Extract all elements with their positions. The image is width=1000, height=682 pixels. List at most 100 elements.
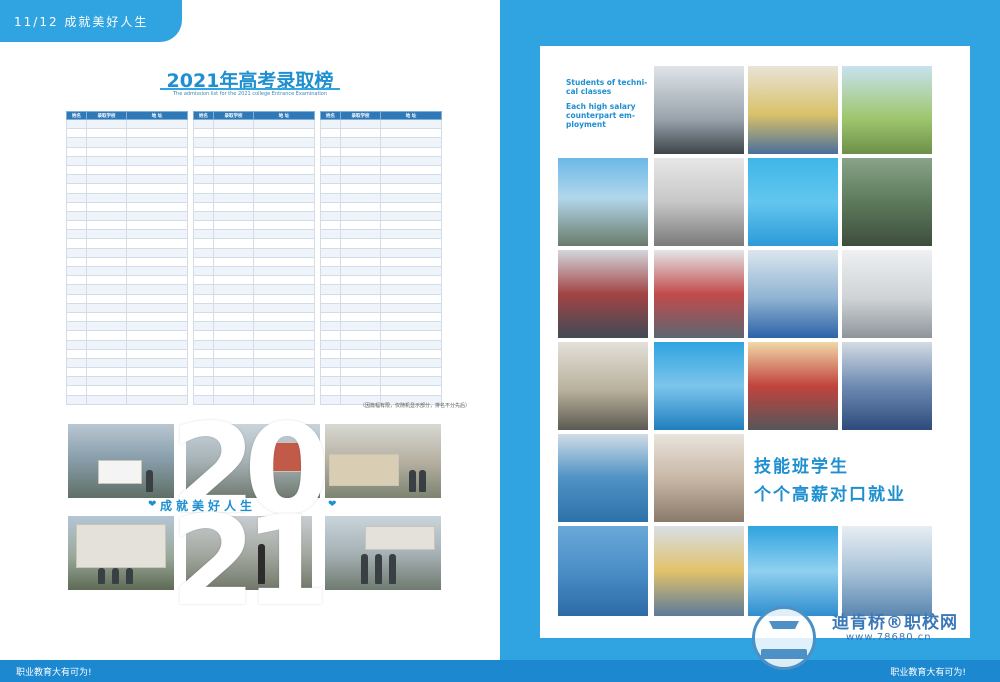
table-cell [320, 376, 341, 387]
table-row [320, 339, 442, 350]
table-row [320, 357, 442, 369]
table-cell [213, 201, 254, 212]
table-cell [253, 238, 315, 249]
table-cell [380, 330, 442, 341]
table-cell [126, 183, 188, 194]
table-cell [66, 247, 87, 258]
table-cell [340, 357, 381, 369]
table-row [66, 376, 188, 387]
table-row [320, 256, 442, 268]
photo-tile [748, 526, 838, 616]
table-row [320, 321, 442, 332]
table-cell [253, 128, 315, 139]
photo-building-group [68, 516, 174, 590]
table-cell [86, 118, 127, 130]
table-cell [66, 311, 87, 323]
table-cell [86, 385, 127, 396]
table-cell [340, 330, 381, 341]
table-cell [380, 128, 442, 139]
table-cell [380, 293, 442, 304]
table-header-cell: 录取学校 [86, 111, 127, 120]
table-cell [320, 284, 341, 295]
table-cell [126, 311, 188, 323]
table-cell [193, 192, 214, 203]
table-row [320, 265, 442, 277]
table-row [320, 146, 442, 157]
table-cell [86, 247, 127, 258]
photo-tile [842, 66, 932, 154]
table-cell [86, 155, 127, 166]
table-row [320, 164, 442, 176]
table-cell [213, 330, 254, 341]
table-cell [86, 275, 127, 286]
photo-tile [654, 250, 744, 338]
table-cell [340, 321, 381, 332]
table-row [66, 174, 188, 185]
table-cell [380, 238, 442, 249]
table-cell [66, 265, 87, 277]
table-cell [320, 357, 341, 369]
table-cell [126, 220, 188, 231]
table-row [66, 155, 188, 166]
table-cell [253, 311, 315, 323]
table-cell [253, 164, 315, 176]
page-subtitle: The admission list for the 2021 college … [172, 91, 328, 97]
table-cell [193, 330, 214, 341]
table-cell [340, 339, 381, 350]
table-row [193, 164, 315, 176]
table-cell [380, 357, 442, 369]
table-cell [126, 201, 188, 212]
table-cell [86, 146, 127, 157]
page-tab: 11/12 成就美好人生 [0, 0, 182, 42]
heart-icon: ❤ [328, 499, 337, 510]
table-cell [320, 192, 341, 203]
table-cell [193, 376, 214, 387]
table-row [66, 339, 188, 350]
table-cell [66, 330, 87, 341]
table-row [66, 385, 188, 396]
table-cell [253, 302, 315, 313]
table-row [193, 265, 315, 277]
table-row [320, 238, 442, 249]
table-row [66, 183, 188, 194]
table-row [320, 330, 442, 341]
table-cell [193, 183, 214, 194]
year-digit-4: 1 [244, 490, 331, 634]
table-row [66, 192, 188, 203]
photo-bus-group [68, 424, 174, 498]
table-row [193, 220, 315, 231]
table-cell [380, 201, 442, 212]
table-cell [340, 174, 381, 185]
table-row [66, 128, 188, 139]
table-cell [86, 210, 127, 222]
table-cell [253, 247, 315, 258]
table-row [320, 128, 442, 139]
table-cell [193, 128, 214, 139]
table-cell [66, 128, 87, 139]
table-cell [86, 293, 127, 304]
title-underline [160, 88, 340, 90]
admission-table-3: 姓名 录取学校地 址 [320, 111, 442, 405]
footer-bar: 职业教育大有可为! [0, 660, 500, 682]
table-cell [213, 339, 254, 350]
table-header-cell: 姓名 [193, 111, 214, 120]
table-cell [320, 367, 341, 378]
table-cell [66, 146, 87, 157]
table-cell [66, 238, 87, 249]
table-header-cell: 录取学校 [340, 111, 381, 120]
table-cell [213, 164, 254, 176]
table-cell [66, 137, 87, 148]
table-cell [66, 293, 87, 304]
table-cell [126, 321, 188, 332]
table-row [66, 348, 188, 359]
table-cell [340, 146, 381, 157]
table-cell [86, 256, 127, 268]
table-row [66, 367, 188, 378]
table-cell [380, 367, 442, 378]
table-cell [126, 192, 188, 203]
table-row [320, 137, 442, 148]
table-cell [340, 256, 381, 268]
table-cell [380, 275, 442, 286]
photo-tile [558, 342, 648, 430]
admission-table-1: 姓名 录取学校地 址 [66, 111, 188, 405]
